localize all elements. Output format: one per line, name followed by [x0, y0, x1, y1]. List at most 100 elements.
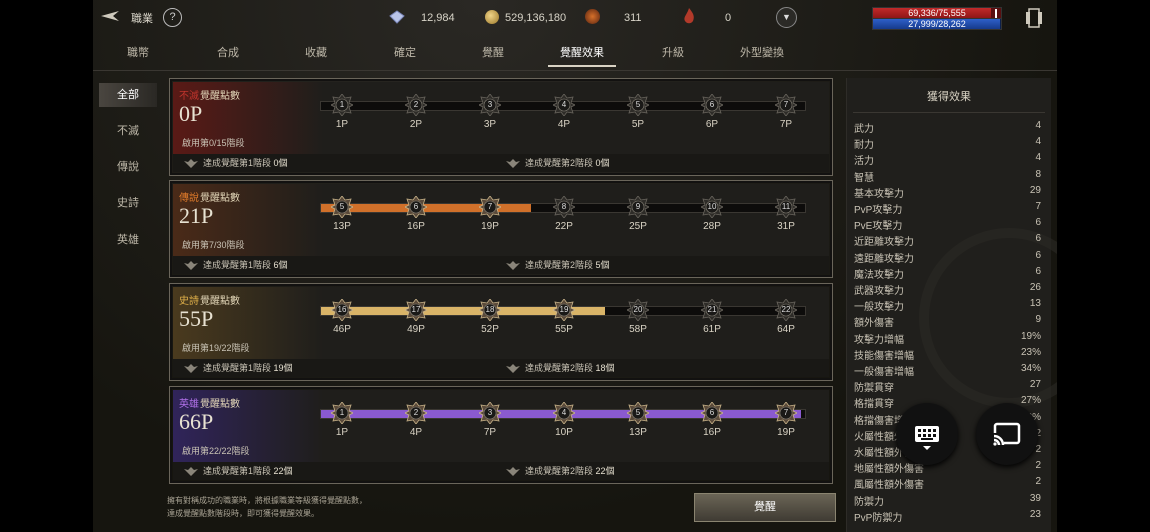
- stage-node[interactable]: 5: [330, 195, 354, 219]
- stage-node[interactable]: 3: [478, 93, 502, 117]
- stage-node[interactable]: 7: [478, 195, 502, 219]
- stage-node[interactable]: 6: [404, 195, 428, 219]
- keyboard-icon: [915, 426, 939, 450]
- stage-text: 啟用第7/30階段: [182, 238, 245, 251]
- tab-confirm[interactable]: 確定: [370, 40, 440, 66]
- tab-synthesis[interactable]: 合成: [193, 40, 263, 66]
- effect-stat-row: PvP攻擊力 7: [854, 201, 1041, 217]
- stat-name: 一般傷害增幅: [854, 367, 914, 378]
- top-bar: 職業 ? 12,984 529,136,180 311 0 ▼ 69,336/7…: [93, 0, 1057, 36]
- menu-icon[interactable]: [1025, 7, 1043, 34]
- gem-count: 12,984: [421, 12, 455, 24]
- stage-node[interactable]: 3: [478, 401, 502, 425]
- stage-node[interactable]: 2: [404, 401, 428, 425]
- stage-node[interactable]: 5: [626, 401, 650, 425]
- sidebar-item-hero[interactable]: 英雄: [99, 228, 157, 252]
- stage-node[interactable]: 7: [774, 401, 798, 425]
- tab-divider: [93, 70, 1057, 71]
- stage-node-number: 3: [487, 408, 493, 417]
- effect-stat-row: 一般傷害增幅 34%: [854, 363, 1041, 379]
- stat-value: 4: [1035, 120, 1041, 131]
- stage-node[interactable]: 18: [478, 298, 502, 322]
- panel-title: 傳說覺醒點數: [179, 189, 240, 204]
- stage-node[interactable]: 4: [552, 401, 576, 425]
- stage-node[interactable]: 20: [626, 298, 650, 322]
- stat-name: 額外傷害: [854, 318, 894, 330]
- stat-name: 地屬性額外傷害: [854, 464, 924, 476]
- stage-node[interactable]: 17: [404, 298, 428, 322]
- tab-class[interactable]: 職幣: [103, 40, 173, 66]
- stat-value: 23%: [1020, 346, 1041, 358]
- stage-suffix: 階段: [231, 343, 250, 353]
- hp-marker: [995, 9, 997, 18]
- stage-node[interactable]: 2: [404, 93, 428, 117]
- wings-emblem-icon: [505, 158, 521, 169]
- stage-node[interactable]: 16: [330, 298, 354, 322]
- stage-node-number: 11: [781, 202, 791, 211]
- tab-collection[interactable]: 收藏: [281, 40, 351, 66]
- stage-node[interactable]: 5: [626, 93, 650, 117]
- stage-node-number: 6: [709, 100, 715, 109]
- stage-node[interactable]: 8: [552, 195, 576, 219]
- sidebar-item-immortal[interactable]: 不滅: [99, 119, 157, 143]
- stage2-count: 5個: [595, 260, 610, 270]
- stage-text: 啟用第19/22階段: [182, 341, 250, 354]
- sidebar-item-epic[interactable]: 史詩: [99, 191, 157, 215]
- effect-stat-row: 耐力 4: [854, 136, 1041, 152]
- tab-appearance[interactable]: 外型變換: [726, 40, 798, 66]
- sidebar-item-all[interactable]: 全部: [99, 83, 157, 107]
- stat-value: 34%: [1020, 363, 1041, 374]
- panel-footer: 達成覺醒第1階段 0個 達成覺醒第2階段 0個: [173, 154, 829, 172]
- stage1-label: 達成覺醒第1階段: [203, 466, 272, 476]
- back-arrow-icon[interactable]: [99, 9, 121, 28]
- stage-node[interactable]: 6: [700, 401, 724, 425]
- stage-point-label: 13P: [333, 221, 351, 232]
- stage-node[interactable]: 19: [552, 298, 576, 322]
- stat-name: 魔法攻擊力: [854, 269, 904, 281]
- gift-icon: [585, 9, 600, 24]
- stage-value: 0/15: [209, 138, 227, 148]
- tab-awaken-effect[interactable]: 覺醒效果: [546, 40, 618, 66]
- stat-name: 耐力: [854, 140, 874, 152]
- cast-button[interactable]: [976, 403, 1038, 465]
- stage-node-number: 7: [783, 408, 789, 417]
- stage-node[interactable]: 1: [330, 93, 354, 117]
- tab-upgrade[interactable]: 升級: [638, 40, 708, 66]
- stage2-achievement: 達成覺醒第2階段 18個: [505, 361, 615, 374]
- sidebar-item-legend[interactable]: 傳說: [99, 155, 157, 179]
- stage-node[interactable]: 1: [330, 401, 354, 425]
- gift-count: 311: [624, 12, 642, 24]
- stage-point-label: 22P: [555, 221, 573, 232]
- tab-awaken[interactable]: 覺醒: [458, 40, 528, 66]
- stage-node[interactable]: 6: [700, 93, 724, 117]
- effect-stat-row: 基本攻擊力 29: [854, 185, 1041, 201]
- gold-count: 529,136,180: [505, 12, 567, 24]
- stage1-count: 0個: [273, 158, 288, 168]
- wings-emblem-icon: [183, 363, 199, 374]
- stage-node[interactable]: 10: [700, 195, 724, 219]
- stage-node[interactable]: 21: [700, 298, 724, 322]
- effect-stat-row: 近距離攻擊力 6: [854, 233, 1041, 249]
- stage-node[interactable]: 22: [774, 298, 798, 322]
- stage-node[interactable]: 9: [626, 195, 650, 219]
- stage1-count: 6個: [273, 260, 288, 270]
- stage-point-label: 16P: [703, 427, 721, 438]
- stage-node[interactable]: 7: [774, 93, 798, 117]
- stage-node[interactable]: 11: [774, 195, 798, 219]
- stage-node[interactable]: 4: [552, 93, 576, 117]
- help-icon[interactable]: ?: [163, 8, 182, 27]
- stage-node-number: 5: [635, 408, 641, 417]
- stage-node-number: 2: [413, 408, 419, 417]
- stage-point-label: 16P: [407, 221, 425, 232]
- effect-stat-row: 防禦貫穿 27: [854, 379, 1041, 395]
- stat-value: 4: [1035, 152, 1041, 164]
- wings-emblem-icon: [505, 466, 521, 477]
- chevron-down-icon[interactable]: ▼: [776, 7, 797, 28]
- stat-name: 防禦貫穿: [854, 383, 894, 395]
- effect-stat-row: 風屬性額外傷害 2: [854, 476, 1041, 492]
- stage1-label: 達成覺醒第1階段: [203, 363, 272, 373]
- stage-point-label: 28P: [703, 221, 721, 232]
- stage2-achievement: 達成覺醒第2階段 22個: [505, 464, 615, 477]
- awaken-button[interactable]: 覺醒: [694, 493, 836, 522]
- keyboard-button[interactable]: [896, 403, 958, 465]
